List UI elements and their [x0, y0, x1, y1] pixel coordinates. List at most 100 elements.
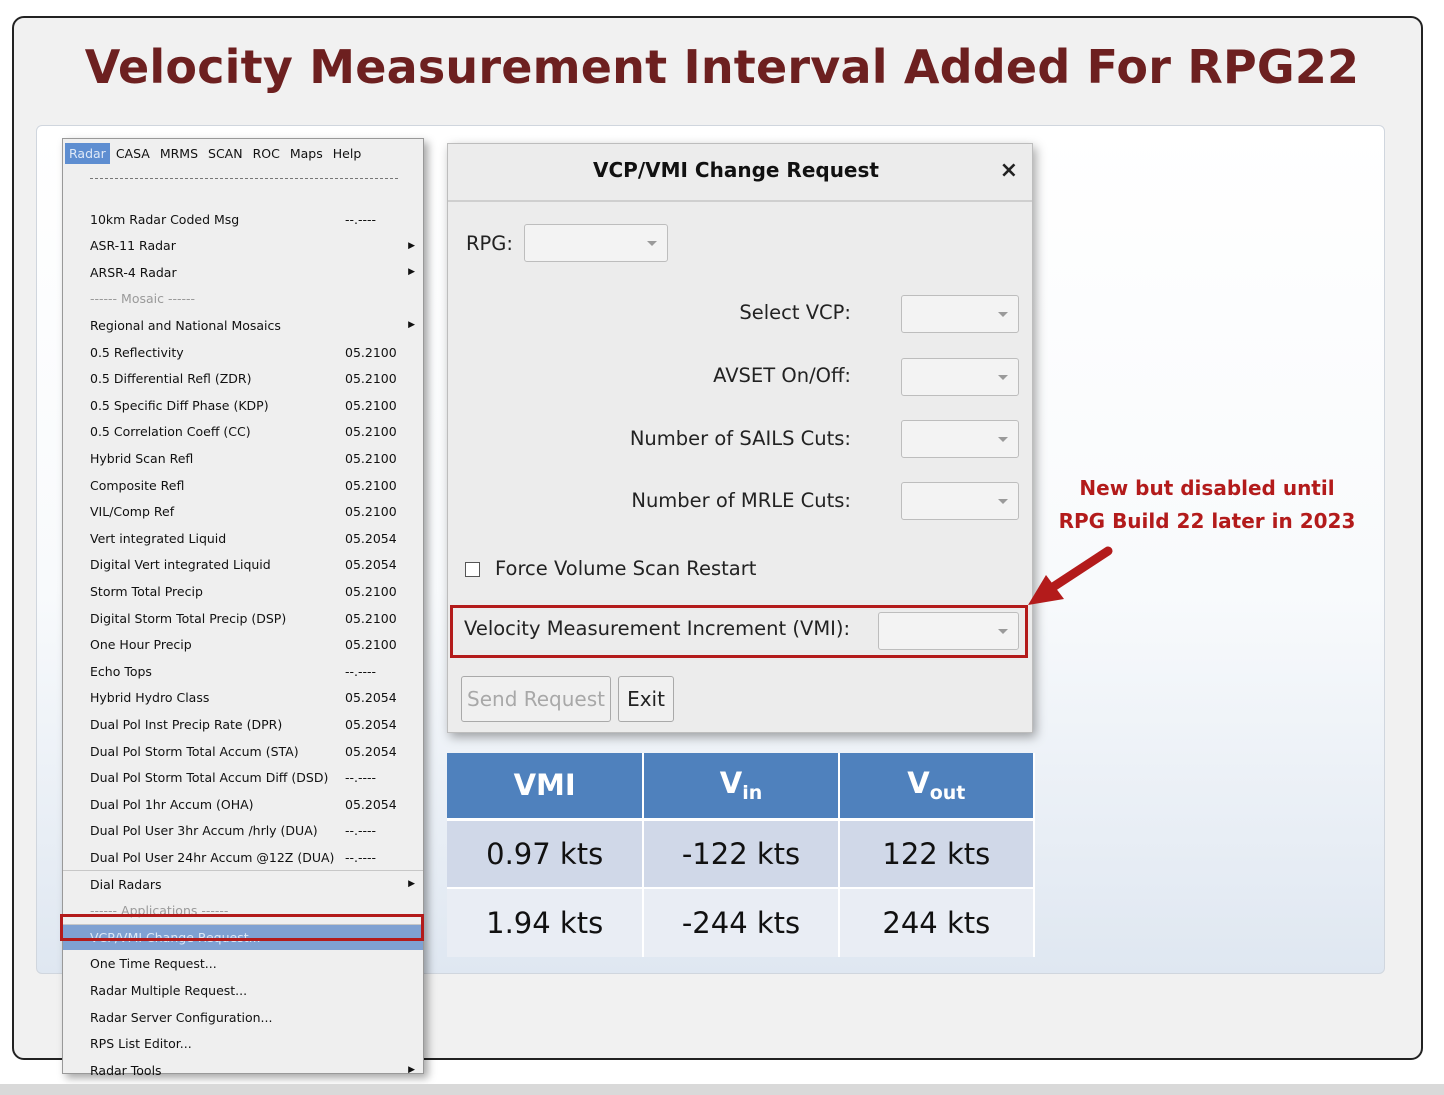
menu-item-vert-integrated-liquid[interactable]: Vert integrated Liquid 05.2054 [63, 525, 423, 551]
menubar-item-maps[interactable]: Maps [286, 143, 327, 164]
menubar-item-mrms[interactable]: MRMS [156, 143, 202, 164]
menu-item-composite-refl[interactable]: Composite Refl 05.2100 [63, 472, 423, 498]
vmi-label: Velocity Measurement Increment (VMI): [464, 617, 851, 640]
menu-item-version: --.---- [345, 823, 377, 839]
menu-item-regional-and-national-mosaics[interactable]: Regional and National Mosaics ▶ [63, 312, 423, 338]
menu-item-dial-radars[interactable]: Dial Radars ▶ [63, 871, 423, 897]
dialog-titlebar: VCP/VMI Change Request × [448, 144, 1032, 202]
menu-item-vil-comp-ref[interactable]: VIL/Comp Ref 05.2100 [63, 499, 423, 525]
menu-item-version: 05.2100 [345, 583, 397, 599]
exit-button[interactable]: Exit [618, 676, 674, 722]
menubar-item-casa[interactable]: CASA [112, 143, 154, 164]
table-header-row: VMI Vin Vout [447, 753, 1036, 821]
menu-item-echo-tops[interactable]: Echo Tops --.---- [63, 658, 423, 684]
menu-item-storm-total-precip[interactable]: Storm Total Precip 05.2100 [63, 578, 423, 604]
menubar: Radar CASA MRMS SCAN ROC Maps Help [63, 139, 423, 167]
menu-item-one-time-request[interactable]: One Time Request... [63, 951, 423, 977]
menu-item-digital-vert-integrated-liquid[interactable]: Digital Vert integrated Liquid 05.2054 [63, 552, 423, 578]
menu-item-label: Dual Pol 1hr Accum (OHA) [90, 796, 254, 812]
annotation-arrow-icon [1028, 546, 1113, 605]
menu-item-version: 05.2100 [345, 397, 397, 413]
menu-item-dual-pol-user-24hr-accum-12z-dua[interactable]: Dual Pol User 24hr Accum @12Z (DUA) --.--… [63, 844, 423, 870]
menu-item-0-5-correlation-coeff-cc[interactable]: 0.5 Correlation Coeff (CC) 05.2100 [63, 419, 423, 445]
chevron-down-icon [647, 241, 657, 246]
select-vcp-label: Select VCP: [739, 301, 851, 324]
menubar-item-radar[interactable]: Radar [65, 142, 110, 164]
menu-item-rps-list-editor[interactable]: RPS List Editor... [63, 1031, 423, 1057]
menubar-item-roc[interactable]: ROC [249, 143, 284, 164]
menu-item-arsr-4-radar[interactable]: ARSR-4 Radar ▶ [63, 259, 423, 285]
vmi-select[interactable] [878, 612, 1019, 650]
menu-item-10km-radar-coded-msg[interactable]: 10km Radar Coded Msg --.---- [63, 206, 423, 232]
menu-item-version: 05.2100 [345, 371, 397, 387]
menu-item-label: 10km Radar Coded Msg [90, 211, 240, 227]
menu-item-radar-tools[interactable]: Radar Tools ▶ [63, 1057, 423, 1083]
chevron-down-icon [998, 629, 1008, 634]
menu-item-version: 05.2100 [345, 637, 397, 653]
close-icon[interactable]: × [1000, 158, 1018, 183]
menu-separator [63, 923, 423, 925]
menu-item-label: ------ Mosaic ------ [90, 291, 196, 307]
menu-item-0-5-specific-diff-phase-kdp[interactable]: 0.5 Specific Diff Phase (KDP) 05.2100 [63, 392, 423, 418]
menu-tearoff-line[interactable] [90, 178, 398, 179]
table-cell: -122 kts [643, 819, 840, 889]
menu-item-vcp-vmi-change-request[interactable]: VCP/VMI Change Request... [63, 924, 423, 951]
menu-item-label: Storm Total Precip [90, 583, 203, 599]
menu-item-version: 05.2100 [345, 424, 397, 440]
menubar-item-help[interactable]: Help [329, 143, 366, 164]
menu-item-label: ARSR-4 Radar [90, 264, 177, 280]
menu-item-label: Composite Refl [90, 477, 185, 493]
menu-item-dual-pol-storm-total-accum-sta[interactable]: Dual Pol Storm Total Accum (STA) 05.2054 [63, 738, 423, 764]
menu-item-hybrid-hydro-class[interactable]: Hybrid Hydro Class 05.2054 [63, 685, 423, 711]
radar-menu: Radar CASA MRMS SCAN ROC Maps Help 10km … [62, 138, 424, 1078]
menu-item-label: Dual Pol Storm Total Accum (STA) [90, 743, 299, 759]
chevron-down-icon [998, 375, 1008, 380]
menu-item-dual-pol-1hr-accum-oha[interactable]: Dual Pol 1hr Accum (OHA) 05.2054 [63, 791, 423, 817]
menu-item-label: Hybrid Hydro Class [90, 690, 210, 706]
menu-item-label: 0.5 Specific Diff Phase (KDP) [90, 397, 269, 413]
menu-separator [63, 870, 423, 872]
rpg-label: RPG: [466, 232, 513, 255]
menubar-item-scan[interactable]: SCAN [204, 143, 247, 164]
menu-item-dual-pol-inst-precip-rate-dpr[interactable]: Dual Pol Inst Precip Rate (DPR) 05.2054 [63, 711, 423, 737]
menu-item-one-hour-precip[interactable]: One Hour Precip 05.2100 [63, 632, 423, 658]
menu-item-label: 0.5 Differential Refl (ZDR) [90, 371, 252, 387]
rpg-select[interactable] [524, 224, 668, 262]
menu-item-version: --.---- [345, 663, 377, 679]
menu-item-version: 05.2100 [345, 610, 397, 626]
table-cell: 122 kts [838, 819, 1036, 889]
menu-item-version: 05.2054 [345, 530, 397, 546]
menu-item-label: Vert integrated Liquid [90, 530, 227, 546]
menu-item-label: Dial Radars [90, 876, 162, 892]
annotation-note: New but disabled until RPG Build 22 late… [1042, 472, 1372, 538]
menu-item-label: ASR-11 Radar [90, 238, 176, 254]
avset-select[interactable] [901, 358, 1019, 396]
menu-item-label: Dual Pol Inst Precip Rate (DPR) [90, 716, 283, 732]
sails-cuts-select[interactable] [901, 420, 1019, 458]
select-vcp-select[interactable] [901, 295, 1019, 333]
menu-item-digital-storm-total-precip-dsp[interactable]: Digital Storm Total Precip (DSP) 05.2100 [63, 605, 423, 631]
table-cell: 0.97 kts [447, 819, 645, 889]
menu-item-dual-pol-storm-total-accum-diff-dsd[interactable]: Dual Pol Storm Total Accum Diff (DSD) --.… [63, 765, 423, 791]
menu-item-dual-pol-user-3hr-accum-hrly-dua[interactable]: Dual Pol User 3hr Accum /hrly (DUA) --.--… [63, 818, 423, 844]
chevron-down-icon [998, 312, 1008, 317]
menu-item-0-5-reflectivity[interactable]: 0.5 Reflectivity 05.2100 [63, 339, 423, 365]
menu-item-version: 05.2054 [345, 557, 397, 573]
menu-item-version: 05.2054 [345, 690, 397, 706]
menu-item-radar-multiple-request[interactable]: Radar Multiple Request... [63, 977, 423, 1003]
menu-item-label: VCP/VMI Change Request... [90, 929, 261, 945]
menu-item-label: VIL/Comp Ref [90, 504, 175, 520]
menu-item-version: 05.2054 [345, 716, 397, 732]
send-request-button[interactable]: Send Request [461, 676, 611, 722]
menu-item-hybrid-scan-refl[interactable]: Hybrid Scan Refl 05.2100 [63, 445, 423, 471]
menu-item-label: One Hour Precip [90, 637, 192, 653]
menu-item-radar-server-configuration[interactable]: Radar Server Configuration... [63, 1004, 423, 1030]
menu-item-asr-11-radar[interactable]: ASR-11 Radar ▶ [63, 233, 423, 259]
annotation-line-2: RPG Build 22 later in 2023 [1058, 509, 1356, 533]
mrle-cuts-select[interactable] [901, 482, 1019, 520]
menu-item-label: 0.5 Reflectivity [90, 344, 184, 360]
dialog-title: VCP/VMI Change Request [593, 158, 879, 182]
submenu-arrow-icon: ▶ [408, 1065, 415, 1076]
force-restart-checkbox[interactable] [465, 562, 480, 577]
menu-item-0-5-differential-refl-zdr[interactable]: 0.5 Differential Refl (ZDR) 05.2100 [63, 366, 423, 392]
